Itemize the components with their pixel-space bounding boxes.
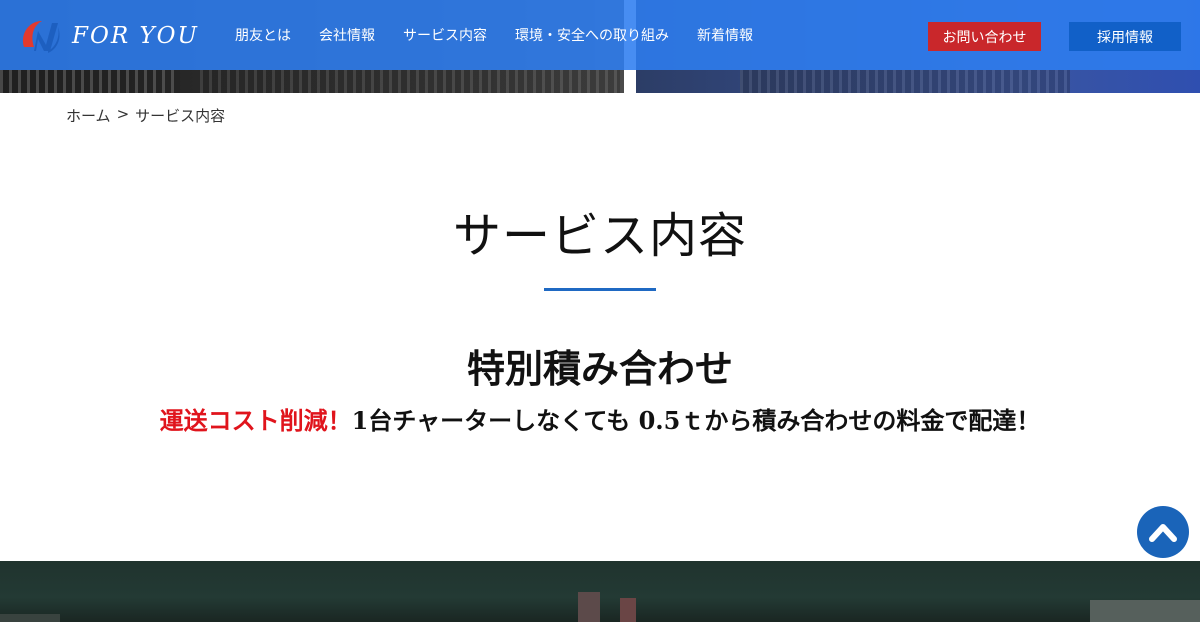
nav-item-company[interactable]: 会社情報: [319, 25, 375, 45]
recruit-button[interactable]: 採用情報: [1069, 22, 1181, 51]
site-header: FOR YOU 朋友とは 会社情報 サービス内容 環境・安全への取り組み 新着情…: [0, 0, 1200, 70]
section-title: 特別積み合わせ: [466, 347, 733, 391]
contact-button[interactable]: お問い合わせ: [928, 22, 1041, 51]
image-building: [1090, 600, 1200, 622]
logo-text: FOR YOU: [72, 23, 199, 49]
main-nav: 朋友とは 会社情報 サービス内容 環境・安全への取り組み 新着情報: [235, 25, 781, 45]
nav-item-about[interactable]: 朋友とは: [235, 25, 291, 45]
nav-item-news[interactable]: 新着情報: [697, 25, 753, 45]
tagline-text: 1台チャーターしなくても 0.5ｔから積み合わせの料金で配達！: [351, 406, 1041, 435]
hero-image-detail: [740, 70, 1070, 93]
scroll-top-button[interactable]: [1137, 506, 1189, 558]
page-title: サービス内容: [452, 208, 747, 264]
hero-image-detail: [200, 70, 620, 93]
image-building: [578, 592, 600, 622]
breadcrumb-separator: >: [116, 105, 130, 123]
nav-item-environment-safety[interactable]: 環境・安全への取り組み: [515, 25, 669, 45]
hero-image-detail: [0, 70, 180, 93]
breadcrumb: ホーム > サービス内容: [66, 105, 225, 126]
breadcrumb-home-link[interactable]: ホーム: [66, 105, 111, 126]
tagline-highlight: 運送コスト削減！: [159, 406, 352, 435]
logo-mark-icon: [22, 21, 60, 53]
title-divider: [544, 288, 656, 291]
image-building: [620, 598, 636, 622]
nav-item-services[interactable]: サービス内容: [403, 25, 487, 45]
service-tagline: 運送コスト削減！1台チャーターしなくても 0.5ｔから積み合わせの料金で配達！: [0, 401, 1200, 436]
image-building: [0, 614, 60, 622]
chevron-up-icon: [1149, 524, 1177, 542]
site-logo[interactable]: FOR YOU: [18, 17, 199, 55]
breadcrumb-current: サービス内容: [135, 107, 226, 125]
night-city-image: [0, 561, 1200, 622]
